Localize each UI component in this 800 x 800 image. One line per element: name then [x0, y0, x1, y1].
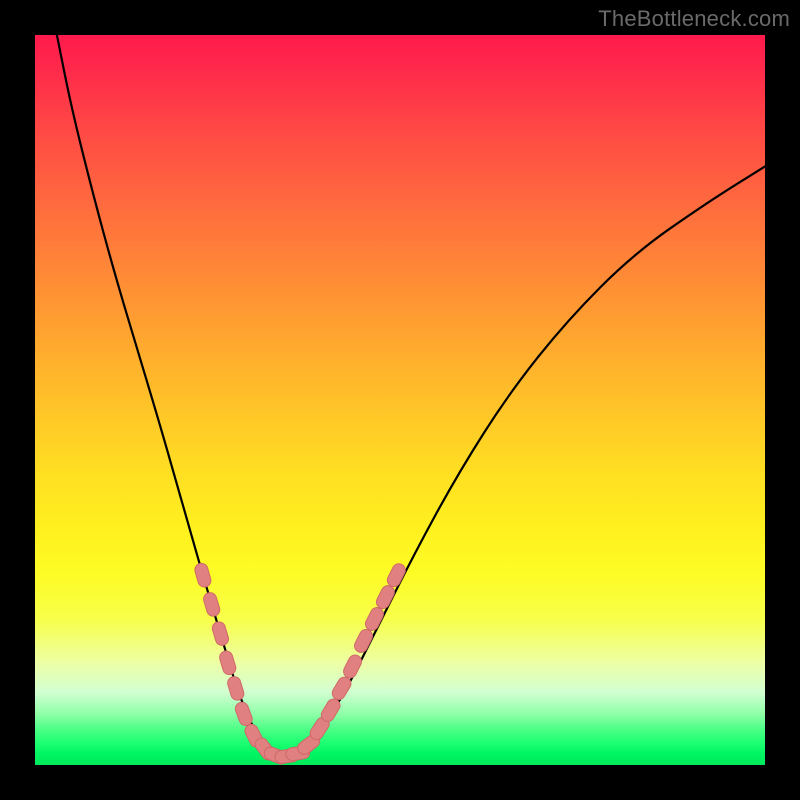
bottleneck-curve	[57, 35, 765, 755]
curve-marker	[233, 700, 254, 727]
curve-marker	[330, 675, 354, 702]
curve-marker	[226, 675, 245, 702]
curve-marker	[211, 620, 230, 647]
curve-marker	[341, 653, 363, 680]
curve-marker	[202, 591, 221, 618]
curve-markers	[193, 562, 407, 765]
curve-marker	[218, 649, 237, 676]
curve-marker	[193, 562, 212, 589]
watermark-text: TheBottleneck.com	[598, 6, 790, 32]
chart-svg	[35, 35, 765, 765]
plot-area	[35, 35, 765, 765]
chart-frame: TheBottleneck.com	[0, 0, 800, 800]
